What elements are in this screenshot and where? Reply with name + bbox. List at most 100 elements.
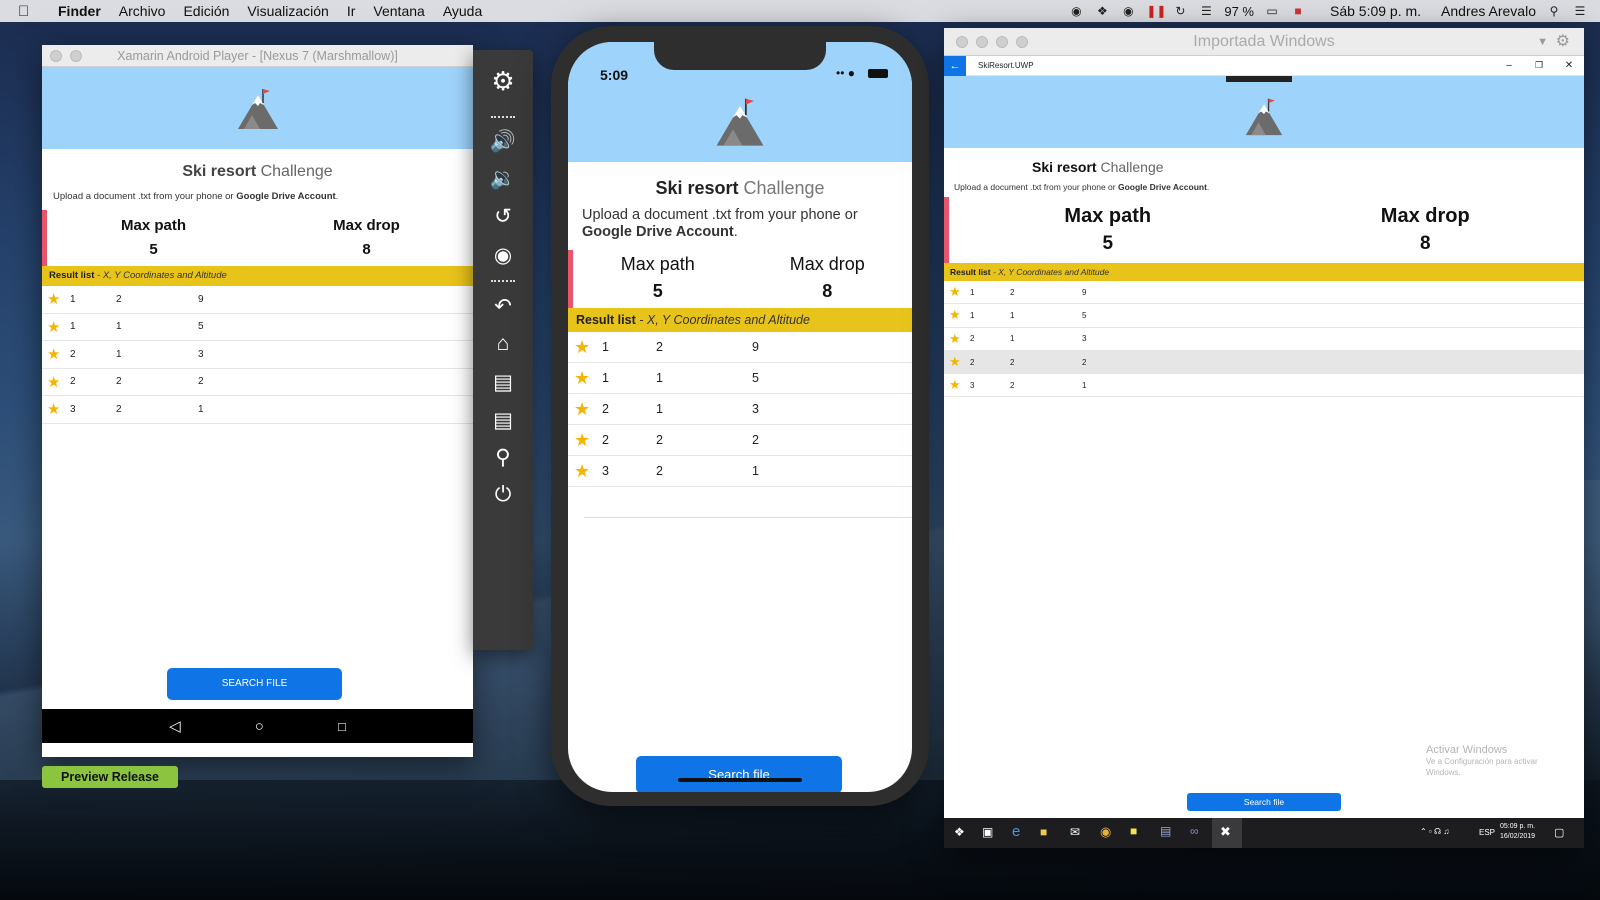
power-icon[interactable]: ⏻ bbox=[473, 483, 533, 507]
menu-visualizacion[interactable]: Visualización bbox=[247, 3, 328, 19]
record-icon[interactable]: ◉ bbox=[1068, 4, 1084, 18]
settings-gear-icon[interactable]: ⚙ bbox=[473, 66, 533, 97]
rotate-icon[interactable]: ↺ bbox=[473, 204, 533, 229]
file-explorer-icon[interactable]: ■ bbox=[1040, 825, 1047, 839]
app-title-rest: Challenge bbox=[1100, 159, 1164, 175]
xamarin-icon[interactable]: ✖ bbox=[1220, 824, 1231, 840]
preview-release-button[interactable]: Preview Release bbox=[42, 766, 178, 788]
back-icon[interactable]: ◁ bbox=[169, 717, 181, 735]
search-icon[interactable]: ⚲ bbox=[473, 445, 533, 470]
activate-windows-subtitle: Ve a Configuración para activar Windows. bbox=[1426, 757, 1538, 777]
table-row[interactable]: ★ 2 2 2 bbox=[944, 350, 1584, 375]
recents-icon[interactable]: □ bbox=[338, 719, 346, 734]
recent-apps-icon[interactable]: ▤ bbox=[473, 370, 533, 395]
menu-ir[interactable]: Ir bbox=[347, 3, 356, 19]
back-arrow-icon[interactable]: ← bbox=[944, 55, 966, 76]
windows-vm-titlebar[interactable]: Importada Windows ▼ ⚙ bbox=[944, 28, 1584, 56]
row-cell: 1 bbox=[602, 371, 609, 385]
wifi-icon: •• ● bbox=[836, 66, 855, 80]
apple-icon[interactable]:  bbox=[18, 3, 40, 20]
network-drive-icon[interactable]: ▤ bbox=[1160, 824, 1171, 838]
star-icon: ★ bbox=[574, 398, 591, 419]
menu-archivo[interactable]: Archivo bbox=[119, 3, 166, 19]
search-file-button[interactable]: Search file bbox=[1187, 793, 1341, 811]
windows-taskbar: ❖ ▣ e ■ ✉ ◉ ■ ▤ ∞ ✖ ⌃ ▫ ☊ ♫ ESP 05:09 p.… bbox=[944, 818, 1584, 848]
time-machine-icon[interactable]: ↻ bbox=[1172, 4, 1188, 18]
language-indicator[interactable]: ESP bbox=[1479, 828, 1495, 837]
dropdown-chevron-icon[interactable]: ▼ bbox=[1537, 28, 1548, 56]
gear-icon[interactable]: ⚙ bbox=[1556, 28, 1570, 56]
result-list-description: - X, Y Coordinates and Altitude bbox=[993, 267, 1110, 277]
close-icon[interactable]: ✕ bbox=[1554, 60, 1584, 71]
table-row[interactable]: ★ 1 1 5 bbox=[568, 363, 912, 394]
menu-edicion[interactable]: Edición bbox=[183, 3, 229, 19]
taskbar-clock[interactable]: 05:09 p. m. 16/02/2019 bbox=[1500, 822, 1535, 842]
notification-center-icon[interactable]: ☰ bbox=[1572, 4, 1588, 18]
tray-icons[interactable]: ⌃ ▫ ☊ ♫ bbox=[1420, 827, 1449, 836]
table-row[interactable]: ★ 1 2 9 bbox=[568, 332, 912, 363]
table-row[interactable]: ★ 3 2 1 bbox=[42, 396, 473, 424]
back-arrow-icon[interactable]: ↶ bbox=[473, 294, 533, 319]
menu-ventana[interactable]: Ventana bbox=[373, 3, 424, 19]
max-drop-stat: Max drop 8 bbox=[260, 217, 473, 266]
result-list-description: - X, Y Coordinates and Altitude bbox=[97, 270, 227, 281]
table-row[interactable]: ★ 2 1 3 bbox=[42, 341, 473, 369]
table-row[interactable]: ★ 2 2 2 bbox=[568, 425, 912, 456]
sticky-notes-icon[interactable]: ■ bbox=[1130, 824, 1137, 838]
minimize-window-button[interactable] bbox=[976, 36, 988, 48]
home-shape-icon[interactable]: ⌂ bbox=[473, 332, 533, 356]
table-row[interactable]: ★ 1 1 5 bbox=[944, 304, 1584, 328]
row-cell: 2 bbox=[1010, 287, 1015, 297]
search-file-button[interactable]: SEARCH FILE bbox=[167, 668, 342, 700]
search-file-button[interactable]: Search file bbox=[636, 756, 842, 792]
star-icon: ★ bbox=[47, 346, 61, 364]
flag-icon[interactable]: ■ bbox=[1290, 4, 1306, 18]
close-window-button[interactable] bbox=[50, 50, 62, 62]
dropbox-icon[interactable]: ❖ bbox=[1094, 4, 1110, 18]
table-row[interactable]: ★ 3 2 1 bbox=[944, 374, 1584, 398]
upload-bold-text: Google Drive Account bbox=[236, 191, 336, 202]
app-title: Ski resort Challenge bbox=[568, 178, 912, 199]
menubar-user[interactable]: Andres Arevalo bbox=[1441, 3, 1536, 19]
visual-studio-icon[interactable]: ∞ bbox=[1190, 824, 1199, 838]
close-window-button[interactable] bbox=[956, 36, 968, 48]
row-cell: 3 bbox=[70, 403, 76, 415]
restore-icon[interactable]: ❐ bbox=[1524, 60, 1554, 71]
mail-icon[interactable]: ✉ bbox=[1070, 825, 1080, 839]
table-row[interactable]: ★ 1 1 5 bbox=[42, 314, 473, 341]
vpn-icon[interactable]: ◉ bbox=[1120, 4, 1136, 18]
volume-up-icon[interactable]: 🔊 bbox=[473, 130, 533, 154]
volume-down-icon[interactable]: 🔉 bbox=[473, 167, 533, 191]
menubar-clock[interactable]: Sáb 5:09 p. m. bbox=[1330, 3, 1421, 19]
start-windows-icon[interactable]: ❖ bbox=[954, 825, 965, 839]
menu-finder[interactable]: Finder bbox=[58, 3, 101, 19]
list-separator bbox=[584, 517, 912, 518]
row-cell: 9 bbox=[1082, 287, 1087, 297]
row-cell: 2 bbox=[1082, 357, 1087, 367]
fullscreen-window-button[interactable] bbox=[1016, 36, 1028, 48]
table-row[interactable]: ★ 1 2 9 bbox=[944, 281, 1584, 305]
spotlight-search-icon[interactable]: ⚲ bbox=[1546, 4, 1562, 18]
task-view-icon[interactable]: ▣ bbox=[982, 825, 993, 839]
table-row[interactable]: ★ 2 2 2 bbox=[42, 369, 473, 396]
table-row[interactable]: ★ 1 2 9 bbox=[42, 286, 473, 314]
menu-icon[interactable]: ▤ bbox=[473, 408, 533, 433]
max-drop-stat: Max drop 8 bbox=[1267, 205, 1585, 263]
parallels-icon[interactable]: ❚❚ bbox=[1146, 4, 1166, 18]
edge-icon[interactable]: e bbox=[1012, 823, 1020, 840]
wifi-icon[interactable]: ☰ bbox=[1198, 4, 1214, 18]
max-path-stat: Max path 5 bbox=[47, 217, 260, 266]
battery-icon[interactable]: ▭ bbox=[1264, 4, 1280, 18]
minimize-window-button[interactable] bbox=[70, 50, 82, 62]
home-icon[interactable]: ○ bbox=[255, 718, 264, 735]
minimize-icon[interactable]: – bbox=[1494, 60, 1524, 71]
chrome-icon[interactable]: ◉ bbox=[1100, 824, 1111, 840]
table-row[interactable]: ★ 2 1 3 bbox=[568, 394, 912, 425]
notification-icon[interactable]: ▢ bbox=[1554, 826, 1564, 839]
camera-icon[interactable]: ◉ bbox=[473, 243, 533, 268]
android-window-titlebar[interactable]: Xamarin Android Player - [Nexus 7 (Marsh… bbox=[42, 45, 473, 67]
table-row[interactable]: ★ 3 2 1 bbox=[568, 456, 912, 487]
menu-ayuda[interactable]: Ayuda bbox=[443, 3, 482, 19]
table-row[interactable]: ★ 2 1 3 bbox=[944, 328, 1584, 351]
zoom-window-button[interactable] bbox=[996, 36, 1008, 48]
